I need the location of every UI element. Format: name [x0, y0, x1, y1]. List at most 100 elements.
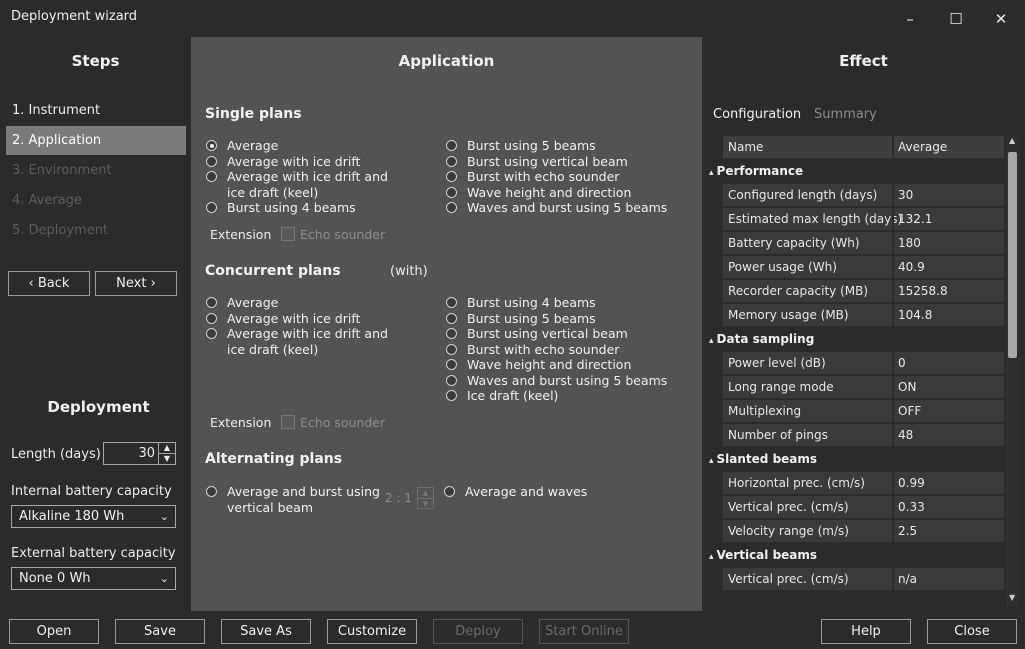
row-value: ON [898, 380, 917, 394]
plan-option-label: Burst using vertical beam [467, 153, 628, 169]
group-header[interactable]: ▴ Vertical beams [709, 548, 817, 562]
radio-icon[interactable] [206, 486, 217, 497]
radio-icon[interactable] [206, 171, 217, 182]
group-header[interactable]: ▴ Data sampling [709, 332, 814, 346]
tab-configuration[interactable]: Configuration [713, 107, 801, 122]
ratio-stepper[interactable]: ▲ ▼ [417, 487, 434, 509]
plan-option[interactable]: Average with ice drift [206, 154, 436, 170]
plan-option[interactable]: Average with ice drift and ice draft (kee… [206, 169, 436, 200]
plan-option[interactable]: Waves and burst using 5 beams [446, 200, 676, 216]
stepper-up-icon[interactable]: ▲ [158, 443, 175, 454]
table-row: Estimated max length (days) 132.1 [723, 208, 1004, 230]
plan-option[interactable]: Average [206, 295, 436, 311]
radio-icon[interactable] [446, 390, 457, 401]
plan-option[interactable]: Burst using 4 beams [206, 200, 436, 216]
plan-option[interactable]: Wave height and direction [446, 185, 676, 201]
plan-option[interactable]: Average with ice drift and ice draft (kee… [206, 326, 436, 357]
plan-option[interactable]: Burst using 5 beams [446, 311, 676, 327]
radio-icon[interactable] [206, 297, 217, 308]
length-value[interactable]: 30 [138, 446, 155, 461]
plan-option[interactable]: Average with ice drift [206, 311, 436, 327]
save-button[interactable]: Save [115, 619, 205, 644]
collapse-icon[interactable]: ▴ [709, 336, 714, 346]
radio-icon[interactable] [446, 328, 457, 339]
row-name: Power level (dB) [728, 356, 826, 370]
chevron-right-icon: › [150, 276, 156, 291]
stepper-down-icon[interactable]: ▼ [158, 454, 175, 464]
deploy-button[interactable]: Deploy [433, 619, 523, 644]
effect-scrollbar[interactable]: ▲ ▼ [1006, 136, 1019, 607]
external-battery-select[interactable]: None 0 Wh ⌄ [11, 567, 176, 590]
single-echo-checkbox[interactable] [281, 227, 295, 241]
concurrent-echo-checkbox[interactable] [281, 415, 295, 429]
radio-icon[interactable] [206, 155, 217, 167]
scroll-up-icon[interactable]: ▲ [1009, 136, 1015, 145]
radio-icon[interactable] [444, 486, 455, 497]
plan-option[interactable]: Average [206, 138, 436, 154]
radio-icon[interactable] [446, 140, 457, 151]
collapse-icon[interactable]: ▴ [709, 168, 714, 178]
alternating-option-average-burst[interactable]: Average and burst using vertical beam [206, 484, 381, 516]
minimize-icon[interactable]: – [895, 8, 925, 30]
external-battery-label: External battery capacity [11, 546, 176, 561]
radio-icon[interactable] [446, 359, 457, 370]
scroll-down-icon[interactable]: ▼ [1009, 593, 1015, 602]
plan-option-label: Waves and burst using 5 beams [467, 200, 668, 215]
radio-icon[interactable] [206, 202, 217, 213]
title-bar [0, 0, 1025, 37]
step-item[interactable]: 2. Application [6, 126, 186, 155]
table-row: Battery capacity (Wh) 180 [723, 232, 1004, 254]
tab-summary[interactable]: Summary [814, 107, 877, 122]
concurrent-extension-label: Extension [210, 415, 272, 430]
plan-option[interactable]: Waves and burst using 5 beams [446, 373, 676, 389]
plan-option[interactable]: Burst using vertical beam [446, 154, 676, 170]
radio-icon[interactable] [446, 171, 457, 182]
radio-icon[interactable] [206, 140, 217, 151]
radio-icon[interactable] [446, 374, 457, 386]
alternating-option-average-waves[interactable]: Average and waves [444, 484, 587, 500]
plan-option[interactable]: Burst using 4 beams [446, 295, 676, 311]
radio-icon[interactable] [446, 155, 457, 167]
scrollbar-thumb[interactable] [1008, 152, 1017, 358]
customize-button[interactable]: Customize [327, 619, 417, 644]
radio-icon[interactable] [206, 328, 217, 339]
start-online-button[interactable]: Start Online [539, 619, 629, 644]
radio-icon[interactable] [206, 312, 217, 324]
radio-icon[interactable] [446, 343, 457, 355]
collapse-icon[interactable]: ▴ [709, 456, 714, 466]
help-button[interactable]: Help [821, 619, 911, 644]
concurrent-plans-title: Concurrent plans [205, 263, 341, 279]
save-as-button[interactable]: Save As [221, 619, 311, 644]
plan-option[interactable]: Wave height and direction [446, 357, 676, 373]
radio-icon[interactable] [446, 297, 457, 308]
stepper-up-icon[interactable]: ▲ [418, 488, 433, 499]
close-icon[interactable]: ✕ [986, 8, 1016, 30]
close-button[interactable]: Close [927, 619, 1017, 644]
stepper-down-icon[interactable]: ▼ [418, 499, 433, 509]
next-button[interactable]: Next › [95, 271, 177, 296]
group-header[interactable]: ▴ Slanted beams [709, 452, 817, 466]
concurrent-echo-label: Echo sounder [300, 415, 386, 430]
row-name: Power usage (Wh) [728, 260, 837, 274]
internal-battery-select[interactable]: Alkaline 180 Wh ⌄ [11, 505, 176, 528]
group-header[interactable]: ▴ Performance [709, 164, 803, 178]
plan-option[interactable]: Burst with echo sounder [446, 169, 676, 185]
plan-option-label: Burst using vertical beam [467, 326, 628, 341]
length-stepper[interactable]: 30 ▲ ▼ [103, 442, 176, 465]
step-item[interactable]: 1. Instrument [6, 96, 186, 125]
plan-option[interactable]: Burst using 5 beams [446, 138, 676, 154]
collapse-icon[interactable]: ▴ [709, 552, 714, 562]
radio-icon[interactable] [446, 312, 457, 324]
radio-icon[interactable] [446, 186, 457, 198]
plan-option-label: Burst using 5 beams [467, 310, 596, 326]
open-button[interactable]: Open [9, 619, 99, 644]
row-value: 48 [898, 428, 914, 442]
plan-option[interactable]: Burst using vertical beam [446, 326, 676, 342]
header-value: Average [898, 140, 948, 154]
radio-icon[interactable] [446, 202, 457, 213]
plan-option-label: Average with ice drift [227, 153, 361, 169]
plan-option[interactable]: Burst with echo sounder [446, 342, 676, 358]
maximize-icon[interactable]: ☐ [941, 8, 971, 30]
back-button[interactable]: ‹ Back [8, 271, 90, 296]
plan-option[interactable]: Ice draft (keel) [446, 388, 676, 404]
